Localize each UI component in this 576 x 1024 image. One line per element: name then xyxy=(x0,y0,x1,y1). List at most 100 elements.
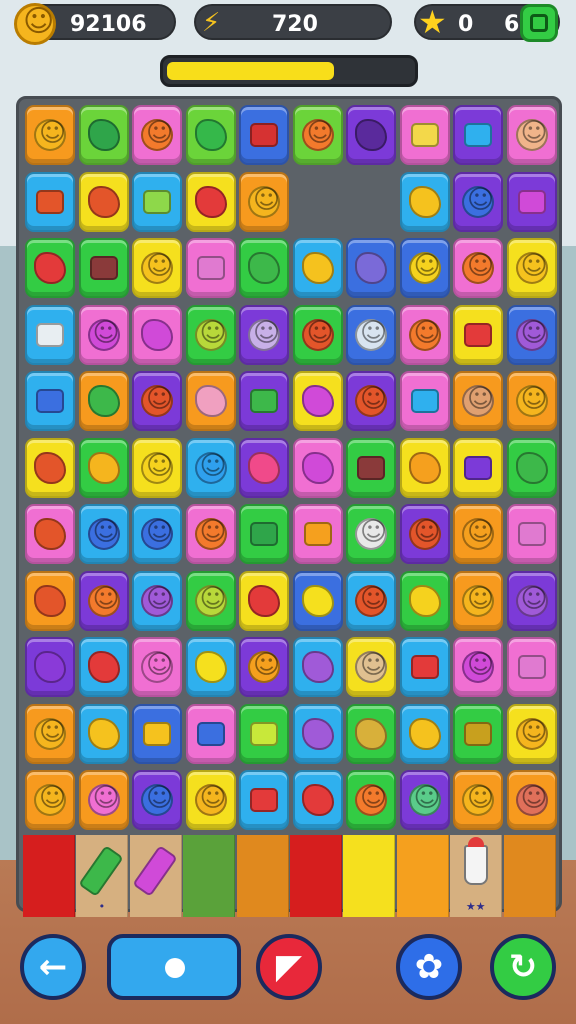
game-tile[interactable] xyxy=(506,171,557,232)
game-tile[interactable] xyxy=(292,637,343,697)
game-tile[interactable] xyxy=(346,703,396,764)
game-tile[interactable] xyxy=(25,371,75,431)
game-tile[interactable] xyxy=(78,570,129,631)
game-tile[interactable] xyxy=(346,637,396,697)
game-tile[interactable] xyxy=(239,637,289,697)
game-tile[interactable] xyxy=(132,437,182,498)
game-tile[interactable] xyxy=(78,304,129,365)
game-tile[interactable] xyxy=(185,171,236,232)
game-tile[interactable] xyxy=(78,238,129,298)
game-tile[interactable] xyxy=(78,703,129,764)
game-tile[interactable] xyxy=(292,570,343,631)
game-tile[interactable] xyxy=(346,770,396,830)
game-tile[interactable] xyxy=(399,504,450,564)
game-tile[interactable] xyxy=(185,238,236,298)
game-tile[interactable] xyxy=(346,570,396,631)
game-tile[interactable] xyxy=(25,238,75,298)
game-tile[interactable] xyxy=(185,371,236,431)
game-tile[interactable] xyxy=(292,437,343,498)
game-tile[interactable] xyxy=(292,770,343,830)
game-tile[interactable] xyxy=(346,504,396,564)
game-tile[interactable] xyxy=(399,238,450,298)
game-tile[interactable] xyxy=(506,304,557,365)
game-tile[interactable] xyxy=(399,437,450,498)
game-tile[interactable] xyxy=(506,238,557,298)
game-tile[interactable] xyxy=(78,371,129,431)
game-tile[interactable] xyxy=(239,238,289,298)
game-tile[interactable] xyxy=(453,703,503,764)
game-tile[interactable] xyxy=(78,504,129,564)
game-tile[interactable] xyxy=(453,637,503,697)
game-tile[interactable] xyxy=(453,437,503,498)
game-tile[interactable] xyxy=(399,371,450,431)
game-tile[interactable] xyxy=(346,371,396,431)
game-tile[interactable] xyxy=(292,371,343,431)
game-tile[interactable] xyxy=(239,504,289,564)
game-tile[interactable] xyxy=(132,637,182,697)
game-tile[interactable] xyxy=(25,570,75,631)
game-tile[interactable] xyxy=(346,238,396,298)
game-tile[interactable] xyxy=(132,304,182,365)
game-tile[interactable] xyxy=(25,171,75,232)
game-tile[interactable] xyxy=(78,105,129,165)
center-action-button[interactable] xyxy=(107,934,241,1000)
game-tile[interactable] xyxy=(185,504,236,564)
game-tile[interactable] xyxy=(346,105,396,165)
game-tile[interactable] xyxy=(239,770,289,830)
game-tile[interactable] xyxy=(78,171,129,232)
game-tile[interactable] xyxy=(453,570,503,631)
game-tile[interactable] xyxy=(185,570,236,631)
game-tile[interactable] xyxy=(25,304,75,365)
game-tile[interactable] xyxy=(132,371,182,431)
game-tile[interactable] xyxy=(239,371,289,431)
game-tile[interactable] xyxy=(185,703,236,764)
game-tile[interactable] xyxy=(185,437,236,498)
game-tile[interactable] xyxy=(185,105,236,165)
game-tile[interactable] xyxy=(132,703,182,764)
game-tile[interactable] xyxy=(453,171,503,232)
game-tile[interactable] xyxy=(78,637,129,697)
game-tile[interactable] xyxy=(132,238,182,298)
game-tile[interactable] xyxy=(132,570,182,631)
game-tile[interactable] xyxy=(506,105,557,165)
game-tile[interactable] xyxy=(346,304,396,365)
game-tile[interactable] xyxy=(506,637,557,697)
game-tile[interactable] xyxy=(239,171,289,232)
game-tile[interactable] xyxy=(453,105,503,165)
game-tile[interactable] xyxy=(78,770,129,830)
game-tile[interactable] xyxy=(239,570,289,631)
game-tile[interactable] xyxy=(25,105,75,165)
game-tile[interactable] xyxy=(185,637,236,697)
game-tile[interactable] xyxy=(399,637,450,697)
game-tile[interactable] xyxy=(292,703,343,764)
game-tile[interactable] xyxy=(185,304,236,365)
game-tile[interactable] xyxy=(292,504,343,564)
shuffle-button[interactable]: ✿ xyxy=(396,934,462,1000)
game-tile[interactable] xyxy=(292,105,343,165)
game-tile[interactable] xyxy=(399,570,450,631)
game-tile[interactable] xyxy=(506,570,557,631)
game-tile[interactable] xyxy=(399,105,450,165)
game-tile[interactable] xyxy=(132,171,182,232)
game-tile[interactable] xyxy=(399,304,450,365)
back-button[interactable]: ← xyxy=(20,934,86,1000)
game-tile[interactable] xyxy=(292,238,343,298)
game-tile[interactable] xyxy=(292,304,343,365)
game-tile[interactable] xyxy=(239,703,289,764)
game-tile[interactable] xyxy=(506,437,557,498)
game-tile[interactable] xyxy=(25,437,75,498)
game-tile[interactable] xyxy=(453,238,503,298)
game-tile[interactable] xyxy=(185,770,236,830)
menu-button[interactable] xyxy=(520,4,558,42)
game-tile[interactable] xyxy=(346,437,396,498)
hammer-button[interactable]: ◤ xyxy=(256,934,322,1000)
game-tile[interactable] xyxy=(25,770,75,830)
game-tile[interactable] xyxy=(506,770,557,830)
game-tile[interactable] xyxy=(399,770,450,830)
game-tile[interactable] xyxy=(453,770,503,830)
game-tile[interactable] xyxy=(78,437,129,498)
game-tile[interactable] xyxy=(132,504,182,564)
game-tile[interactable] xyxy=(453,504,503,564)
game-tile[interactable] xyxy=(399,703,450,764)
game-tile[interactable] xyxy=(25,703,75,764)
